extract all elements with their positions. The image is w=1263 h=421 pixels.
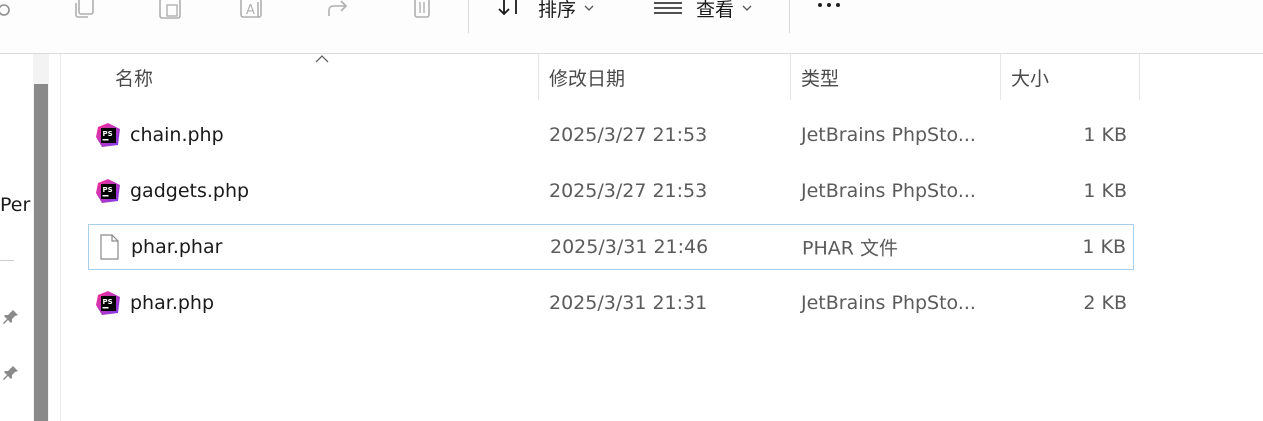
column-divider[interactable] — [538, 54, 539, 100]
sort-icon — [498, 0, 517, 16]
file-name: chain.php — [130, 124, 224, 146]
command-bar: A 排序 查看 — [0, 0, 1263, 54]
column-divider[interactable] — [1000, 54, 1001, 100]
file-name: gadgets.php — [130, 180, 250, 202]
file-type: JetBrains PhpSto... — [801, 180, 976, 202]
phpstorm-file-icon: PS — [94, 177, 122, 205]
svg-text:A: A — [246, 3, 255, 18]
phpstorm-file-icon: PS — [94, 289, 122, 317]
share-icon[interactable] — [324, 0, 352, 24]
file-size: 2 KB — [1083, 292, 1127, 314]
navigation-pane: Per — [0, 54, 61, 421]
toolbar-separator — [789, 0, 790, 33]
toolbar-separator — [468, 0, 469, 33]
nav-item-label[interactable]: Per — [0, 194, 30, 216]
column-header-modified[interactable]: 修改日期 — [549, 64, 625, 91]
paste-icon[interactable] — [156, 0, 184, 24]
file-type: JetBrains PhpSto... — [801, 292, 976, 314]
file-row[interactable]: PS phar.php 2025/3/31 21:31 JetBrains PhpSt… — [88, 280, 1134, 326]
view-label: 查看 — [696, 0, 735, 21]
more-options-button[interactable] — [818, 3, 840, 7]
sort-button[interactable]: 排序 — [496, 0, 594, 22]
file-modified-date: 2025/3/31 21:31 — [549, 292, 708, 314]
file-type: PHAR 文件 — [802, 237, 898, 260]
column-divider[interactable] — [790, 54, 791, 100]
svg-text:PS: PS — [103, 186, 113, 194]
column-header-type[interactable]: 类型 — [801, 64, 839, 91]
file-row[interactable]: PS chain.php 2025/3/27 21:53 JetBrains PhpS… — [88, 112, 1134, 158]
pin-icon[interactable] — [2, 364, 20, 382]
rename-icon[interactable]: A — [238, 0, 266, 24]
copy-icon[interactable] — [72, 0, 100, 24]
column-header-size[interactable]: 大小 — [1011, 64, 1049, 91]
view-button[interactable]: 查看 — [652, 0, 752, 22]
file-size: 1 KB — [1082, 236, 1126, 258]
column-divider[interactable] — [1139, 54, 1140, 100]
sort-ascending-icon — [315, 55, 329, 63]
cut-icon[interactable] — [0, 0, 20, 24]
file-type: JetBrains PhpSto... — [801, 124, 976, 146]
sort-label: 排序 — [538, 0, 577, 21]
phpstorm-file-icon: PS — [94, 121, 122, 149]
column-header: 名称 修改日期 类型 大小 — [60, 54, 1263, 100]
nav-divider — [0, 260, 14, 261]
file-row[interactable]: PS gadgets.php 2025/3/27 21:53 JetBrains Ph… — [88, 168, 1134, 214]
pin-icon[interactable] — [2, 308, 20, 326]
chevron-down-icon — [584, 5, 594, 11]
file-row[interactable]: phar.phar 2025/3/31 21:46 PHAR 文件 1 KB — [88, 224, 1134, 270]
file-modified-date: 2025/3/27 21:53 — [549, 180, 708, 202]
generic-file-icon — [95, 233, 123, 261]
dot — [827, 3, 831, 7]
delete-icon[interactable] — [408, 0, 436, 24]
dot — [836, 3, 840, 7]
file-name: phar.phar — [131, 236, 223, 258]
file-name: phar.php — [130, 292, 215, 314]
file-size: 1 KB — [1083, 180, 1127, 202]
file-size: 1 KB — [1083, 124, 1127, 146]
chevron-down-icon — [742, 5, 752, 11]
svg-text:PS: PS — [103, 298, 113, 306]
view-list-icon — [654, 2, 682, 14]
column-header-name[interactable]: 名称 — [115, 64, 153, 91]
file-modified-date: 2025/3/27 21:53 — [549, 124, 708, 146]
dot — [818, 3, 822, 7]
nav-scrollbar-thumb[interactable] — [34, 84, 48, 421]
svg-text:PS: PS — [103, 130, 113, 138]
file-modified-date: 2025/3/31 21:46 — [550, 236, 709, 258]
